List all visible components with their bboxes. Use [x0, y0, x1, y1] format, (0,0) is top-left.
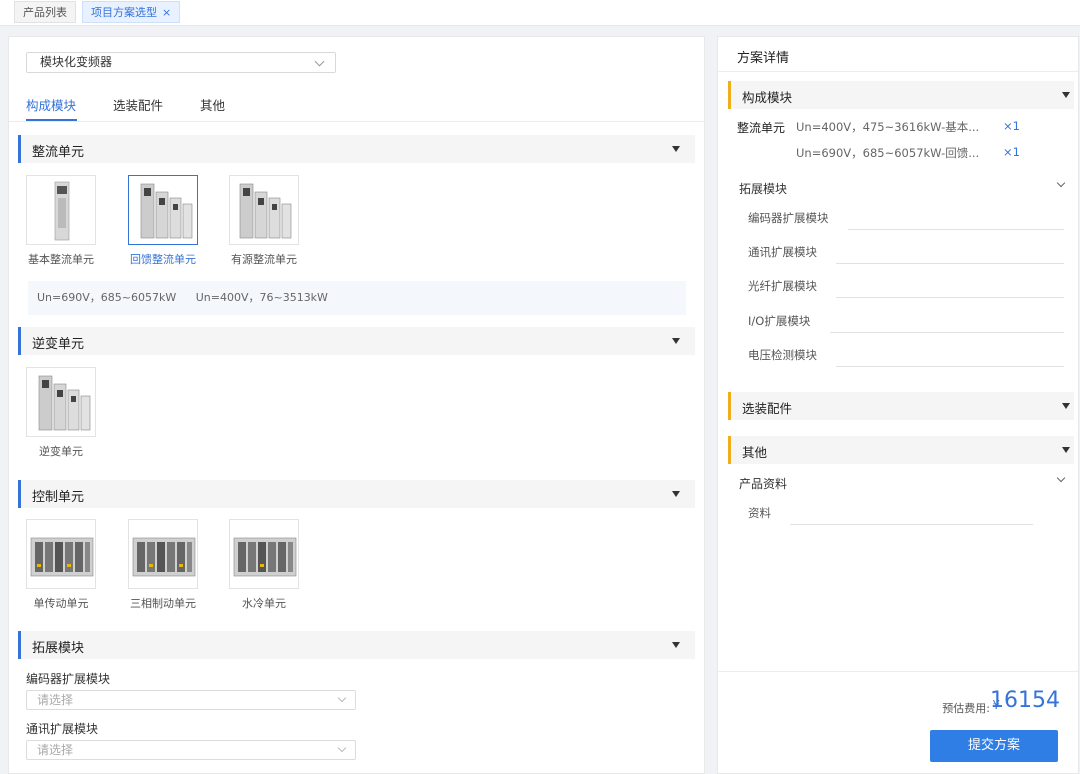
- rectifier-item: Un=690V，685~6057kW-回馈...: [796, 146, 980, 160]
- section-rectifier-title: 整流单元: [32, 145, 85, 160]
- cabinet-image: [26, 367, 96, 437]
- options-title: 选装配件: [742, 401, 793, 416]
- tab-product-list[interactable]: 产品列表: [14, 1, 76, 23]
- chevron-down-icon: [337, 743, 347, 753]
- section-control[interactable]: 控制单元: [18, 480, 695, 508]
- section-extension[interactable]: 拓展模块: [18, 631, 695, 659]
- extension-item-field[interactable]: [836, 263, 1064, 264]
- tab-other[interactable]: 其他: [200, 95, 225, 114]
- close-icon[interactable]: ×: [162, 6, 171, 19]
- section-rectifier[interactable]: 整流单元: [18, 135, 695, 163]
- caret-down-icon[interactable]: [672, 642, 680, 648]
- tab-product-list-label: 产品列表: [23, 6, 67, 19]
- item-quantity[interactable]: ×1: [1003, 145, 1020, 159]
- section-inverter[interactable]: 逆变单元: [18, 327, 695, 355]
- card-label: 基本整流单元: [28, 253, 94, 266]
- extension-item-label: 通讯扩展模块: [748, 245, 817, 259]
- docs-field[interactable]: [790, 524, 1033, 525]
- composition-title: 构成模块: [742, 90, 793, 105]
- caret-down-icon[interactable]: [672, 146, 680, 152]
- module-rack-image: [26, 519, 96, 589]
- divider: [718, 71, 1078, 72]
- cabinet-image: [26, 175, 96, 245]
- submit-plan-button[interactable]: 提交方案: [930, 730, 1058, 762]
- product-docs-sub-title[interactable]: 产品资料: [739, 475, 787, 492]
- card-single-drive[interactable]: 单传动单元: [26, 519, 96, 610]
- caret-down-icon[interactable]: [1062, 92, 1070, 98]
- other-title: 其他: [742, 445, 768, 460]
- encoder-extension-label: 编码器扩展模块: [26, 672, 111, 686]
- card-water-cooling[interactable]: 水冷单元: [229, 519, 299, 610]
- item-quantity[interactable]: ×1: [1003, 119, 1020, 133]
- docs-label: 资料: [748, 506, 771, 520]
- extension-item-field[interactable]: [848, 229, 1064, 230]
- caret-down-icon[interactable]: [1062, 403, 1070, 409]
- estimated-price: 16154: [990, 688, 1060, 713]
- details-options-header[interactable]: 选装配件: [728, 392, 1074, 420]
- tab-composition[interactable]: 构成模块: [26, 95, 76, 114]
- encoder-extension-select[interactable]: 请选择: [26, 690, 356, 710]
- cabinet-image: [128, 175, 198, 245]
- card-inverter[interactable]: 逆变单元: [26, 367, 96, 458]
- extension-item-field[interactable]: [836, 297, 1064, 298]
- plan-details-panel: 方案详情 构成模块 整流单元 Un=400V，475~3616kW-基本... …: [717, 36, 1079, 774]
- selection-panel: 模块化变频器 构成模块 选装配件 其他 整流单元 基本整流单元 回馈整流单元 有…: [8, 36, 705, 774]
- section-control-title: 控制单元: [32, 490, 85, 505]
- chevron-down-icon: [314, 56, 325, 67]
- product-select-value: 模块化变频器: [40, 55, 113, 69]
- rectifier-spec-info: Un=690V，685~6057kW Un=400V，76~3513kW: [28, 281, 686, 315]
- tabs-divider: [9, 121, 704, 122]
- caret-down-icon[interactable]: [672, 491, 680, 497]
- caret-down-icon[interactable]: [1062, 447, 1070, 453]
- module-rack-image: [229, 519, 299, 589]
- card-basic-rectifier[interactable]: 基本整流单元: [26, 175, 96, 266]
- card-label: 有源整流单元: [231, 253, 297, 266]
- select-placeholder: 请选择: [37, 743, 74, 757]
- card-three-phase-brake[interactable]: 三相制动单元: [128, 519, 198, 610]
- extension-item-label: 电压检测模块: [748, 348, 817, 362]
- caret-down-icon[interactable]: [672, 338, 680, 344]
- extension-item-field[interactable]: [836, 366, 1064, 367]
- details-composition-header[interactable]: 构成模块: [728, 81, 1074, 109]
- chevron-down-icon[interactable]: [1056, 473, 1066, 483]
- card-label: 回馈整流单元: [130, 253, 196, 266]
- tab-options[interactable]: 选装配件: [113, 95, 163, 114]
- plan-footer: 预估费用: ¥ 16154 提交方案: [718, 671, 1078, 773]
- price-label: 预估费用:: [942, 702, 990, 715]
- card-label: 水冷单元: [242, 597, 286, 610]
- card-label: 逆变单元: [39, 445, 83, 458]
- card-label: 单传动单元: [33, 597, 89, 610]
- select-placeholder: 请选择: [37, 693, 74, 707]
- spec-text: Un=690V，685~6057kW: [37, 291, 177, 304]
- comm-extension-label: 通讯扩展模块: [26, 722, 99, 736]
- tab-project-selection-label: 项目方案选型: [91, 6, 157, 19]
- extension-item-label: 光纤扩展模块: [748, 279, 817, 293]
- section-inverter-title: 逆变单元: [32, 337, 85, 352]
- chevron-down-icon: [337, 693, 347, 703]
- chevron-down-icon[interactable]: [1056, 178, 1066, 188]
- extension-item-field[interactable]: [830, 332, 1064, 333]
- section-extension-title: 拓展模块: [32, 641, 85, 656]
- cabinet-image: [229, 175, 299, 245]
- card-active-rectifier[interactable]: 有源整流单元: [229, 175, 299, 266]
- details-other-header[interactable]: 其他: [728, 436, 1074, 464]
- spec-text: Un=400V，76~3513kW: [195, 291, 328, 304]
- extension-item-label: 编码器扩展模块: [748, 211, 829, 225]
- comm-extension-select[interactable]: 请选择: [26, 740, 356, 760]
- rectifier-item: Un=400V，475~3616kW-基本...: [796, 120, 980, 134]
- product-select[interactable]: 模块化变频器: [26, 52, 336, 73]
- extension-item-label: I/O扩展模块: [748, 314, 811, 328]
- rectifier-label: 整流单元: [737, 121, 786, 135]
- module-rack-image: [128, 519, 198, 589]
- panel-title: 方案详情: [737, 51, 790, 66]
- card-label: 三相制动单元: [130, 597, 196, 610]
- extension-sub-title[interactable]: 拓展模块: [739, 180, 787, 197]
- tab-project-selection[interactable]: 项目方案选型 ×: [82, 1, 181, 23]
- card-regen-rectifier[interactable]: 回馈整流单元: [128, 175, 198, 266]
- tab-bar: 产品列表 项目方案选型 ×: [0, 0, 1080, 26]
